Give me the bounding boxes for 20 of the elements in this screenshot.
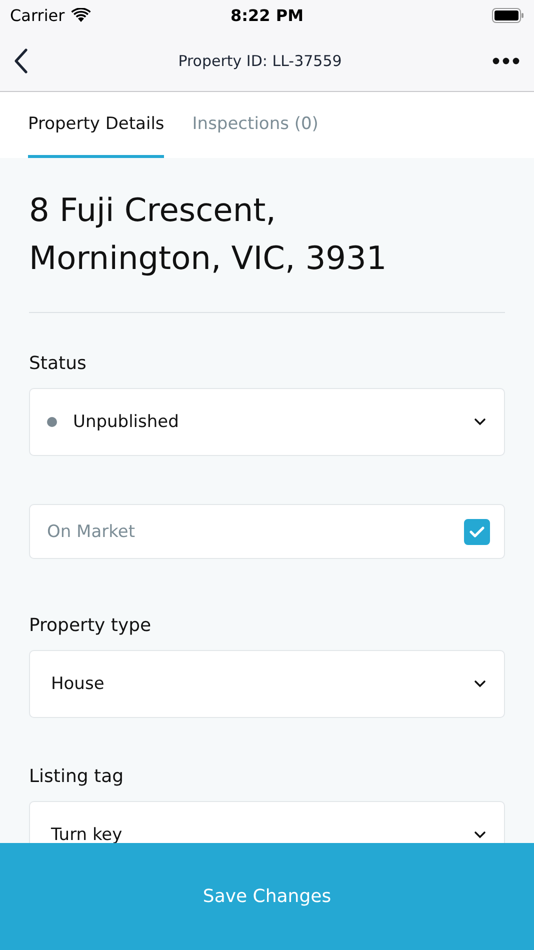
field-label: Status bbox=[29, 353, 88, 374]
more-button[interactable] bbox=[492, 56, 520, 64]
chevron-down-icon bbox=[474, 680, 486, 688]
checkbox[interactable] bbox=[464, 518, 490, 544]
back-button[interactable] bbox=[14, 48, 28, 74]
checkmark-icon bbox=[469, 526, 485, 538]
carrier-label: Carrier bbox=[10, 6, 65, 24]
field-label: Property type bbox=[29, 615, 152, 636]
wifi-icon bbox=[70, 8, 91, 22]
battery-icon bbox=[492, 8, 524, 22]
status-time: 8:22 PM bbox=[230, 6, 304, 24]
checkbox-label: On Market bbox=[47, 522, 135, 542]
property-address: 8 Fuji Crescent, Mornington, VIC, 3931 bbox=[29, 190, 388, 279]
field-label: Listing tag bbox=[29, 766, 125, 787]
chevron-down-icon bbox=[474, 831, 486, 839]
tab[interactable]: Property Details bbox=[28, 92, 164, 158]
nav-title: Property ID: LL-37559 bbox=[178, 52, 342, 70]
chevron-down-icon bbox=[474, 418, 486, 426]
select-field[interactable]: Unpublished bbox=[29, 388, 505, 456]
select-field[interactable]: House bbox=[29, 650, 505, 718]
